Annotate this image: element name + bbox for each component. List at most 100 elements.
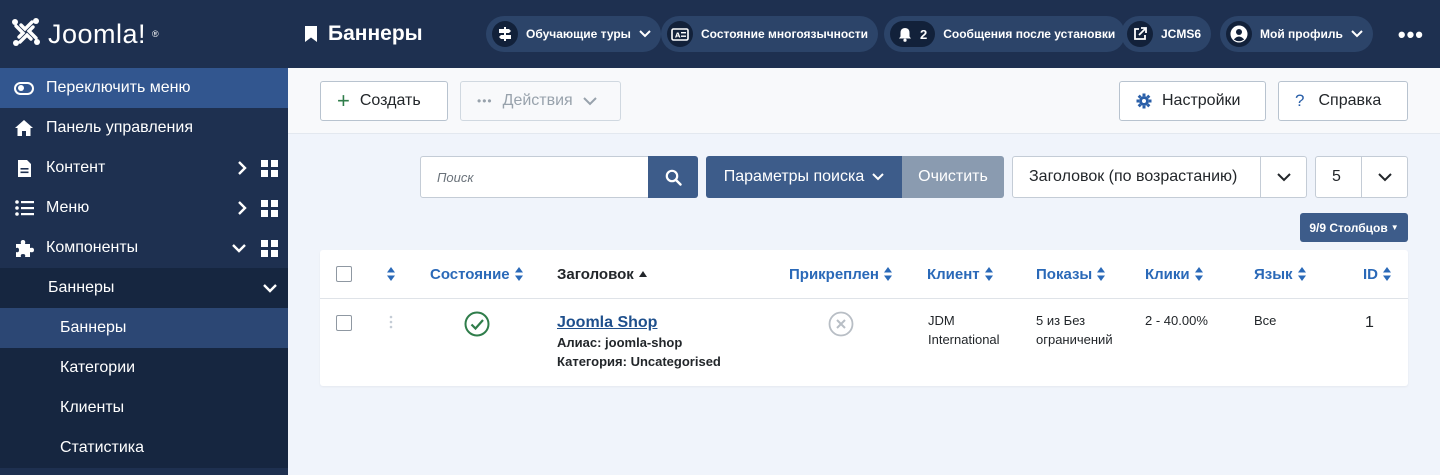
sidebar-item-label: Панель управления: [46, 119, 193, 136]
signpost-icon: [492, 21, 518, 47]
sidebar: Joomla! ® Переключить меню Панель управле…: [0, 0, 288, 475]
chevron-down-icon: [872, 173, 884, 181]
search-icon: [665, 169, 682, 186]
title-header[interactable]: Заголовок: [557, 250, 648, 298]
post-install-messages-button[interactable]: 2 Сообщения после установки: [884, 16, 1126, 52]
toggle-menu-button[interactable]: Переключить меню: [0, 68, 288, 108]
dashboard-grid-icon[interactable]: [261, 199, 278, 217]
ellipsis-icon: •••: [477, 94, 493, 108]
bookmark-icon: [305, 26, 317, 42]
toolbar: + Создать ••• Действия Настройки ? Справ…: [288, 68, 1440, 134]
multilingual-status-label: Состояние многоязычности: [701, 27, 869, 41]
actions-dropdown[interactable]: ••• Действия: [460, 81, 621, 121]
sidebar-item-tracks[interactable]: Статистика: [0, 428, 288, 468]
guided-tours-button[interactable]: Обучающие туры: [486, 16, 661, 52]
chevron-down-icon: [232, 244, 246, 253]
sticky-header[interactable]: Прикреплен: [789, 250, 893, 298]
id-cell: 1: [1365, 314, 1374, 331]
sidebar-item-label: Категории: [60, 359, 136, 376]
new-button[interactable]: + Создать: [320, 81, 448, 121]
sort-icon: [387, 267, 395, 281]
sidebar-item-menus[interactable]: Меню: [0, 188, 288, 228]
unsticky-x-icon[interactable]: [828, 311, 854, 341]
more-options-icon[interactable]: •••: [1398, 22, 1424, 48]
search-options-label: Параметры поиска: [723, 168, 865, 185]
title-header-label: Заголовок: [557, 265, 634, 283]
impressions-line: 5 из Без: [1036, 313, 1086, 328]
help-label: Справка: [1318, 92, 1382, 109]
sidebar-item-components[interactable]: Компоненты: [0, 228, 288, 268]
sidebar-item-label: Статистика: [60, 439, 145, 456]
sidebar-item-dashboard[interactable]: Панель управления: [0, 108, 288, 148]
search-button[interactable]: [648, 156, 698, 198]
sort-icon: [514, 267, 523, 281]
title-cell: Joomla Shop Алиас: joomla-shop Категория…: [557, 313, 721, 371]
brand-name: Joomla!: [48, 18, 147, 49]
joomla-logo[interactable]: Joomla! ®: [0, 0, 288, 68]
sidebar-item-label: Баннеры: [60, 319, 127, 336]
client-header[interactable]: Клиент: [927, 250, 994, 298]
guided-tours-label: Обучающие туры: [526, 27, 631, 41]
chevron-down-icon: [639, 30, 651, 38]
columns-dropdown-button[interactable]: 9/9 Столбцов ▼: [1300, 213, 1408, 242]
site-link-button[interactable]: JCMS6: [1121, 16, 1212, 52]
client-header-label: Клиент: [927, 265, 980, 283]
published-check-icon[interactable]: [464, 311, 490, 341]
impressions-header-label: Показы: [1036, 265, 1093, 283]
banner-title-link[interactable]: Joomla Shop: [557, 313, 721, 332]
sidebar-item-clients[interactable]: Клиенты: [0, 388, 288, 428]
toggle-icon: [14, 81, 34, 95]
user-profile-label: Мой профиль: [1260, 27, 1343, 41]
status-header-label: Состояние: [430, 265, 510, 283]
sidebar-item-banners[interactable]: Баннеры: [0, 308, 288, 348]
sidebar-item-banners-group[interactable]: Баннеры: [0, 268, 288, 308]
id-header[interactable]: ID: [1363, 250, 1392, 298]
svg-text:A: A: [675, 31, 681, 39]
dashboard-grid-icon[interactable]: [261, 159, 278, 177]
client-name-line: International: [928, 332, 1000, 347]
search-options-button[interactable]: Параметры поиска: [706, 156, 902, 198]
row-checkbox[interactable]: [336, 315, 352, 331]
dashboard-grid-icon[interactable]: [261, 239, 278, 257]
bell-icon: 2: [890, 21, 936, 47]
sidebar-item-label: Меню: [46, 199, 90, 216]
options-button[interactable]: Настройки: [1119, 81, 1266, 121]
search-input[interactable]: Поиск: [420, 156, 649, 198]
sidebar-item-content[interactable]: Контент: [0, 148, 288, 188]
ordering-sort-header[interactable]: [386, 250, 396, 298]
user-profile-button[interactable]: Мой профиль: [1220, 16, 1373, 52]
list-limit-select[interactable]: 5: [1315, 156, 1408, 198]
user-avatar-icon: [1226, 21, 1252, 47]
external-link-icon: [1127, 21, 1153, 47]
caret-down-icon: ▼: [1390, 223, 1399, 232]
multilingual-status-button[interactable]: A Состояние многоязычности: [661, 16, 879, 52]
clicks-header[interactable]: Клики: [1145, 250, 1204, 298]
sidebar-item-label: Клиенты: [60, 399, 125, 416]
new-button-label: Создать: [359, 92, 421, 109]
client-name-line: JDM: [928, 313, 955, 328]
drag-handle-icon[interactable]: [389, 315, 393, 333]
header-bar: Баннеры Обучающие туры A Состояние много…: [288, 0, 1440, 68]
category-text: Категория: Uncategorised: [557, 354, 721, 369]
impressions-line: ограничений: [1036, 332, 1113, 347]
header-divider: [320, 298, 1408, 299]
sidebar-item-categories[interactable]: Категории: [0, 348, 288, 388]
post-install-label: Сообщения после установки: [943, 27, 1116, 41]
notification-count: 2: [920, 26, 928, 42]
ordering-select[interactable]: Заголовок (по возрастанию): [1012, 156, 1307, 198]
status-header[interactable]: Состояние: [430, 250, 524, 298]
select-all-checkbox[interactable]: [336, 266, 352, 282]
impressions-header[interactable]: Показы: [1036, 250, 1106, 298]
clicks-cell: 2 - 40.00%: [1145, 313, 1208, 328]
chevron-right-icon: [238, 201, 247, 215]
joomla-logo-icon: [10, 16, 42, 52]
language-header[interactable]: Язык: [1254, 250, 1307, 298]
sort-icon: [1194, 267, 1203, 281]
sort-icon: [1383, 267, 1391, 281]
help-button[interactable]: ? Справка: [1278, 81, 1408, 121]
plus-icon: +: [337, 88, 350, 113]
sidebar-item-label: Баннеры: [48, 279, 115, 296]
clear-button[interactable]: Очистить: [902, 156, 1004, 198]
language-card-icon: A: [667, 21, 693, 47]
sidebar-item-label: Компоненты: [46, 239, 139, 256]
